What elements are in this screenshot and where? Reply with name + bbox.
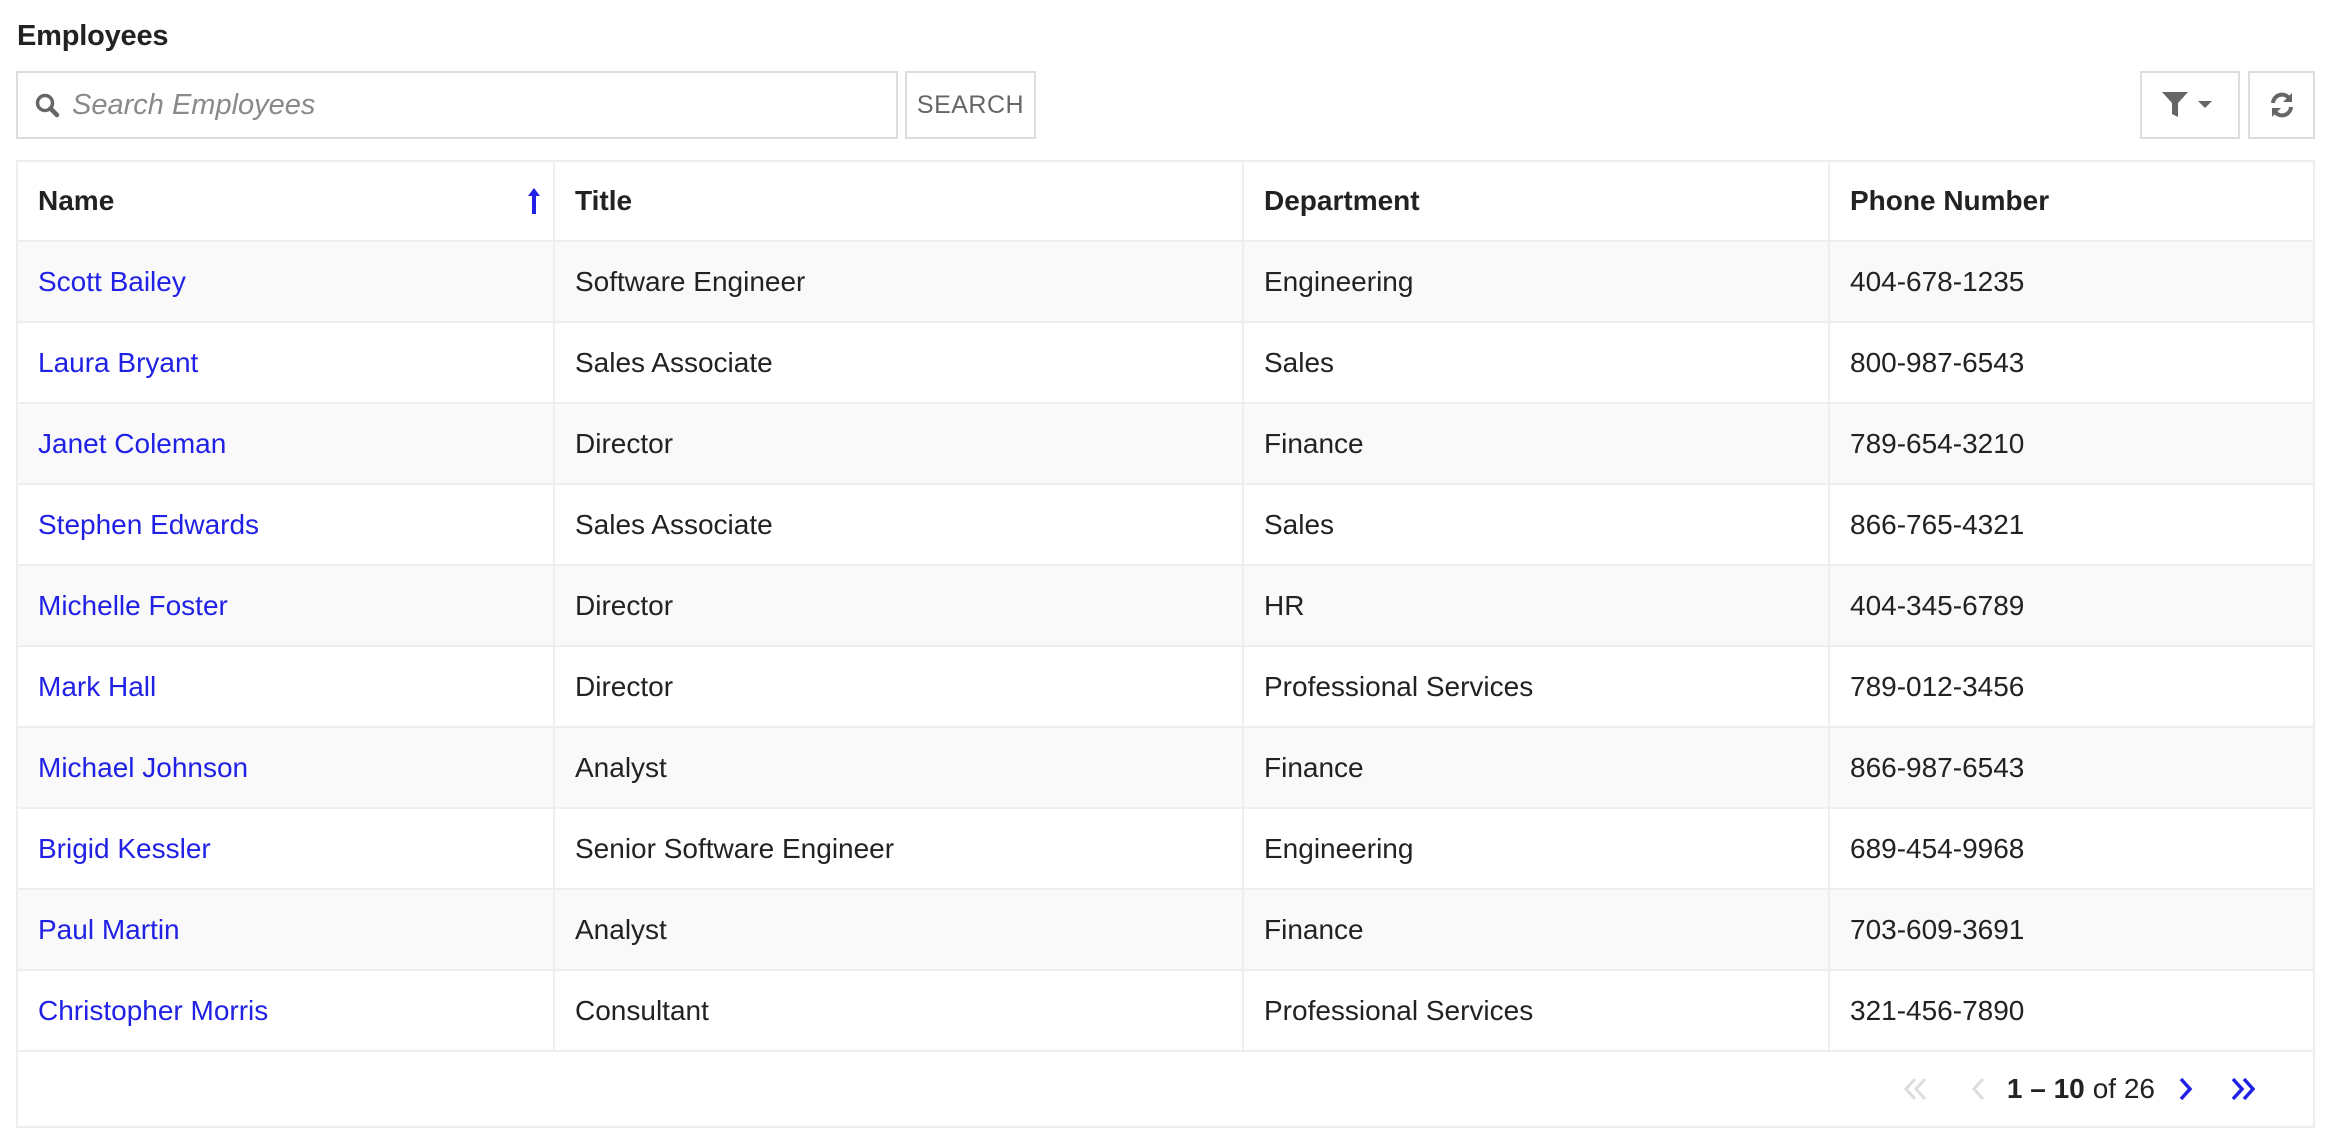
table-row: Brigid Kessler Senior Software Engineer …	[18, 808, 2313, 890]
cell-phone: 789-012-3456	[1829, 646, 2313, 728]
table-row: Mark Hall Director Professional Services…	[18, 646, 2313, 728]
cell-title: Analyst	[554, 727, 1244, 809]
cell-title: Consultant	[554, 970, 1244, 1052]
employee-name-link[interactable]: Paul Martin	[38, 914, 180, 945]
cell-department: Sales	[1243, 484, 1830, 566]
table-row: Scott Bailey Software Engineer Engineeri…	[18, 241, 2313, 323]
search-icon	[34, 92, 60, 118]
column-header-name[interactable]: Name	[18, 162, 555, 242]
cell-phone: 404-678-1235	[1829, 241, 2313, 323]
column-header-label: Name	[38, 185, 115, 216]
cell-name: Michael Johnson	[18, 727, 555, 809]
cell-department: Engineering	[1243, 808, 1830, 890]
column-header-label: Title	[575, 185, 633, 216]
filter-funnel-icon	[2162, 92, 2212, 117]
cell-phone: 866-765-4321	[1829, 484, 2313, 566]
employee-name-link[interactable]: Janet Coleman	[38, 428, 226, 459]
cell-name: Paul Martin	[18, 889, 555, 971]
cell-title: Senior Software Engineer	[554, 808, 1244, 890]
cell-title: Director	[554, 646, 1244, 728]
page-title: Employees	[17, 20, 169, 52]
table-row: Stephen Edwards Sales Associate Sales 86…	[18, 484, 2313, 566]
cell-title: Sales Associate	[554, 322, 1244, 404]
cell-title: Analyst	[554, 889, 1244, 971]
employee-name-link[interactable]: Michelle Foster	[38, 590, 228, 621]
refresh-button[interactable]	[2248, 71, 2315, 139]
cell-name: Stephen Edwards	[18, 484, 555, 566]
employee-name-link[interactable]: Michael Johnson	[38, 752, 248, 783]
cell-title: Director	[554, 565, 1244, 647]
chevron-left-icon	[1971, 1077, 1984, 1101]
cell-name: Mark Hall	[18, 646, 555, 728]
column-header-department[interactable]: Department	[1243, 162, 1830, 242]
cell-department: Finance	[1243, 889, 1830, 971]
cell-phone: 404-345-6789	[1829, 565, 2313, 647]
cell-department: Finance	[1243, 403, 1830, 485]
employee-name-link[interactable]: Christopher Morris	[38, 995, 268, 1026]
cell-department: Finance	[1243, 727, 1830, 809]
cell-name: Laura Bryant	[18, 322, 555, 404]
column-header-label: Phone Number	[1850, 185, 2050, 216]
table-row: Janet Coleman Director Finance 789-654-3…	[18, 403, 2313, 485]
column-header-title[interactable]: Title	[554, 162, 1244, 242]
cell-title: Director	[554, 403, 1244, 485]
cell-phone: 789-654-3210	[1829, 403, 2313, 485]
table-row: Paul Martin Analyst Finance 703-609-3691	[18, 889, 2313, 971]
last-page-button[interactable]	[2229, 1075, 2261, 1103]
cell-name: Scott Bailey	[18, 241, 555, 323]
cell-department: Sales	[1243, 322, 1830, 404]
table-row: Michelle Foster Director HR 404-345-6789	[18, 565, 2313, 647]
employee-name-link[interactable]: Laura Bryant	[38, 347, 198, 378]
cell-department: Engineering	[1243, 241, 1830, 323]
pagination: 1 – 10 of 26	[1901, 1052, 2261, 1126]
cell-name: Brigid Kessler	[18, 808, 555, 890]
table-header-row: Name Title Department Phone Number	[18, 162, 2313, 242]
table-row: Michael Johnson Analyst Finance 866-987-…	[18, 727, 2313, 809]
chevron-right-icon	[2179, 1077, 2193, 1101]
table-footer: 1 – 10 of 26	[18, 1052, 2313, 1126]
cell-phone: 800-987-6543	[1829, 322, 2313, 404]
pagination-total: of 26	[2092, 1073, 2155, 1104]
previous-page-button[interactable]	[1969, 1075, 1987, 1103]
table-row: Christopher Morris Consultant Profession…	[18, 970, 2313, 1052]
cell-phone: 703-609-3691	[1829, 889, 2313, 971]
filter-dropdown-button[interactable]	[2140, 71, 2240, 139]
employee-name-link[interactable]: Mark Hall	[38, 671, 156, 702]
double-chevron-left-icon	[1903, 1077, 1926, 1101]
table-row: Laura Bryant Sales Associate Sales 800-9…	[18, 322, 2313, 404]
employees-table: Name Title Department Phone Number Scott	[16, 160, 2315, 1128]
employee-name-link[interactable]: Scott Bailey	[38, 266, 186, 297]
refresh-icon	[2270, 92, 2293, 118]
double-chevron-right-icon	[2231, 1077, 2256, 1101]
cell-title: Sales Associate	[554, 484, 1244, 566]
search-input[interactable]	[72, 73, 896, 137]
cell-phone: 866-987-6543	[1829, 727, 2313, 809]
employee-name-link[interactable]: Stephen Edwards	[38, 509, 259, 540]
search-box[interactable]	[16, 71, 898, 139]
pagination-range: 1 – 10	[2006, 1073, 2085, 1104]
cell-name: Michelle Foster	[18, 565, 555, 647]
sort-ascending-icon[interactable]	[527, 188, 541, 214]
cell-department: Professional Services	[1243, 970, 1830, 1052]
next-page-button[interactable]	[2177, 1075, 2195, 1103]
cell-department: Professional Services	[1243, 646, 1830, 728]
cell-title: Software Engineer	[554, 241, 1244, 323]
employee-name-link[interactable]: Brigid Kessler	[38, 833, 211, 864]
column-header-phone[interactable]: Phone Number	[1829, 162, 2313, 242]
first-page-button[interactable]	[1901, 1075, 1929, 1103]
cell-name: Janet Coleman	[18, 403, 555, 485]
cell-name: Christopher Morris	[18, 970, 555, 1052]
cell-department: HR	[1243, 565, 1830, 647]
search-button[interactable]: SEARCH	[905, 71, 1036, 139]
caret-down-icon	[2198, 101, 2212, 108]
column-header-label: Department	[1264, 185, 1420, 216]
cell-phone: 321-456-7890	[1829, 970, 2313, 1052]
table-body: Scott Bailey Software Engineer Engineeri…	[18, 241, 2313, 1052]
cell-phone: 689-454-9968	[1829, 808, 2313, 890]
